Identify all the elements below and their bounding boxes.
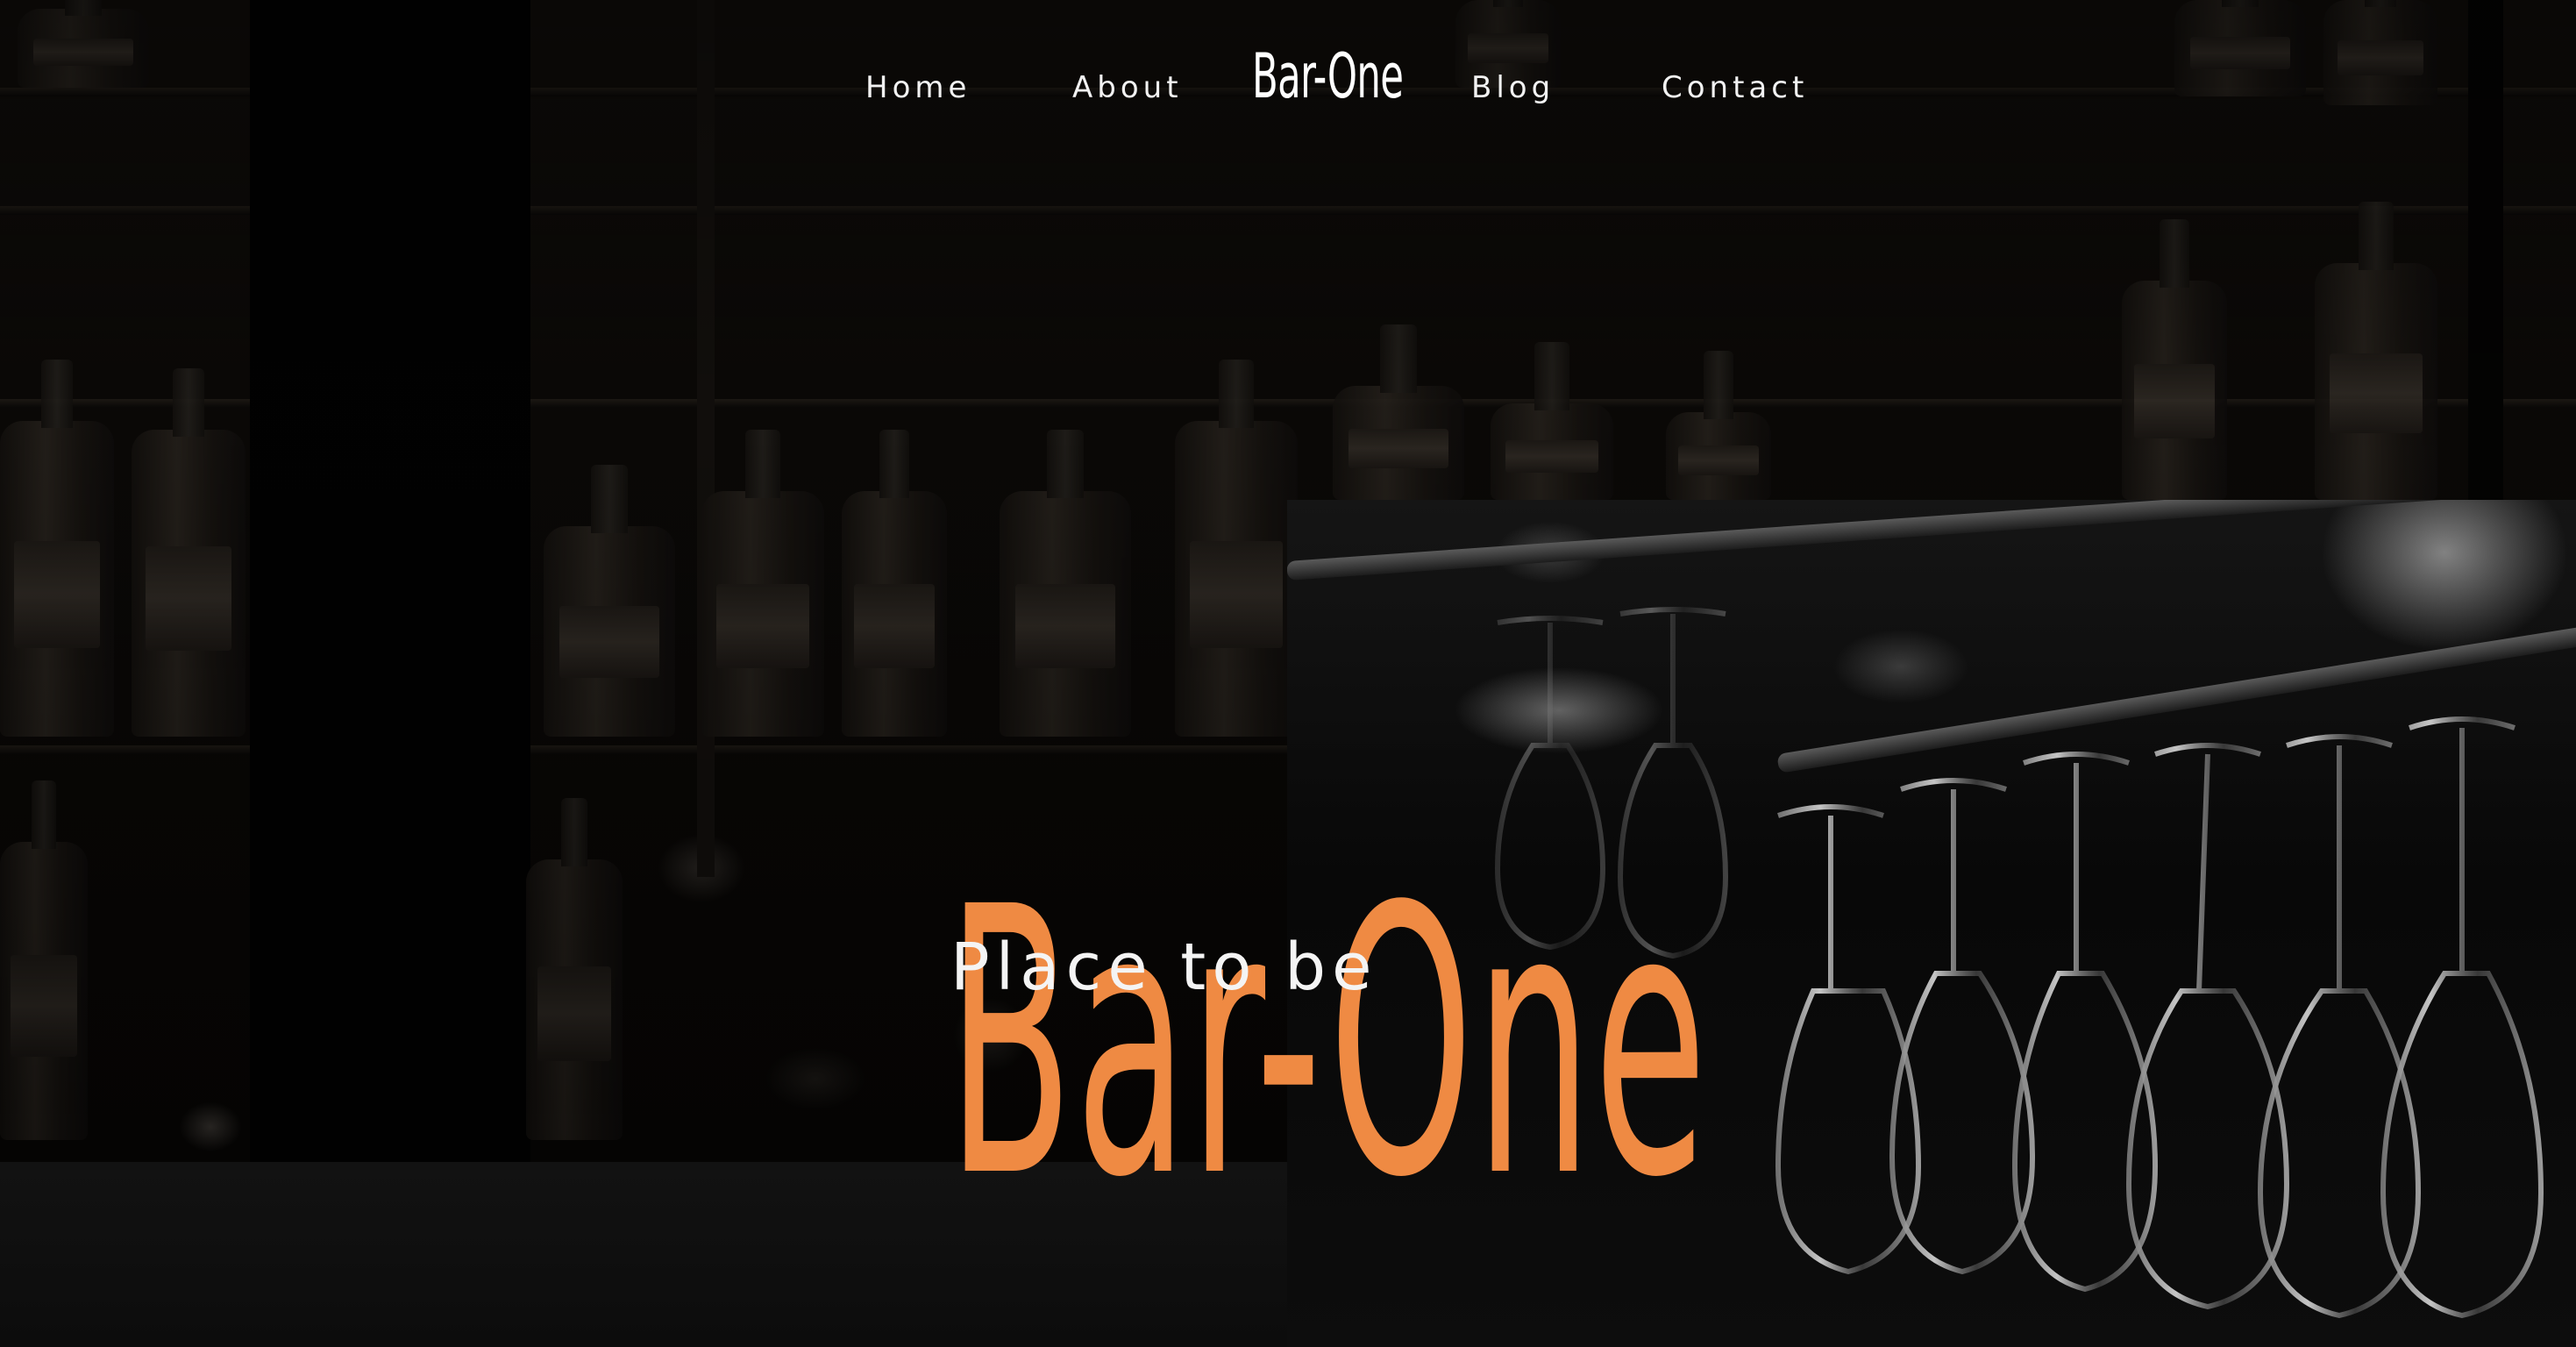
nav-blog-link[interactable]: Blog [1471, 70, 1555, 105]
nav-about-link[interactable]: About [1072, 70, 1183, 105]
nav-logo[interactable]: Bar-One [1252, 46, 1404, 107]
page: Home About Bar-One Blog Contact Bar-One … [0, 0, 2576, 1347]
nav-home-link[interactable]: Home [865, 70, 971, 105]
top-navigation: Home About Bar-One Blog Contact [0, 0, 2576, 184]
hero-subtitle: Place to be [950, 930, 1378, 1005]
nav-contact-link[interactable]: Contact [1662, 70, 1808, 105]
hero-title: Bar-One [947, 830, 1709, 1259]
